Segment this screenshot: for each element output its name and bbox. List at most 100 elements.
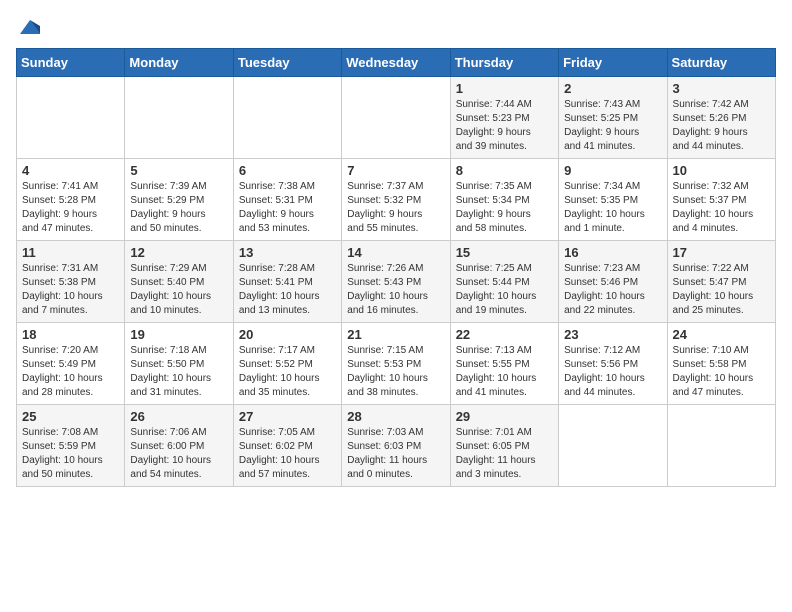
day-number: 9 xyxy=(564,163,661,178)
calendar-week-row: 4 Sunrise: 7:41 AM Sunset: 5:28 PM Daylig… xyxy=(17,159,776,241)
day-number: 5 xyxy=(130,163,227,178)
day-number: 27 xyxy=(239,409,336,424)
day-number: 3 xyxy=(673,81,770,96)
day-number: 22 xyxy=(456,327,553,342)
day-info: Sunrise: 7:13 AM Sunset: 5:55 PM Dayligh… xyxy=(456,344,553,400)
calendar-cell: 7 Sunrise: 7:37 AM Sunset: 5:32 PM Daylig… xyxy=(342,159,450,241)
calendar-cell: 4 Sunrise: 7:41 AM Sunset: 5:28 PM Daylig… xyxy=(17,159,125,241)
day-number: 13 xyxy=(239,245,336,260)
day-number: 21 xyxy=(347,327,444,342)
logo xyxy=(16,16,42,36)
day-number: 20 xyxy=(239,327,336,342)
day-info: Sunrise: 7:12 AM Sunset: 5:56 PM Dayligh… xyxy=(564,344,661,400)
header xyxy=(16,16,776,36)
day-number: 19 xyxy=(130,327,227,342)
day-info: Sunrise: 7:42 AM Sunset: 5:26 PM Dayligh… xyxy=(673,98,770,154)
day-number: 11 xyxy=(22,245,119,260)
day-info: Sunrise: 7:03 AM Sunset: 6:03 PM Dayligh… xyxy=(347,426,444,482)
day-info: Sunrise: 7:39 AM Sunset: 5:29 PM Dayligh… xyxy=(130,180,227,236)
calendar-cell: 3 Sunrise: 7:42 AM Sunset: 5:26 PM Daylig… xyxy=(667,77,775,159)
calendar-cell xyxy=(559,405,667,487)
day-number: 1 xyxy=(456,81,553,96)
day-number: 15 xyxy=(456,245,553,260)
calendar-cell: 16 Sunrise: 7:23 AM Sunset: 5:46 PM Dayli… xyxy=(559,241,667,323)
day-info: Sunrise: 7:08 AM Sunset: 5:59 PM Dayligh… xyxy=(22,426,119,482)
calendar-cell: 10 Sunrise: 7:32 AM Sunset: 5:37 PM Dayli… xyxy=(667,159,775,241)
calendar-cell: 28 Sunrise: 7:03 AM Sunset: 6:03 PM Dayli… xyxy=(342,405,450,487)
day-info: Sunrise: 7:43 AM Sunset: 5:25 PM Dayligh… xyxy=(564,98,661,154)
calendar-cell xyxy=(125,77,233,159)
calendar-cell: 19 Sunrise: 7:18 AM Sunset: 5:50 PM Dayli… xyxy=(125,323,233,405)
day-info: Sunrise: 7:37 AM Sunset: 5:32 PM Dayligh… xyxy=(347,180,444,236)
day-number: 8 xyxy=(456,163,553,178)
calendar-cell: 15 Sunrise: 7:25 AM Sunset: 5:44 PM Dayli… xyxy=(450,241,558,323)
calendar-week-row: 18 Sunrise: 7:20 AM Sunset: 5:49 PM Dayli… xyxy=(17,323,776,405)
calendar-cell xyxy=(17,77,125,159)
day-info: Sunrise: 7:06 AM Sunset: 6:00 PM Dayligh… xyxy=(130,426,227,482)
calendar-cell: 2 Sunrise: 7:43 AM Sunset: 5:25 PM Daylig… xyxy=(559,77,667,159)
day-of-week-header: Saturday xyxy=(667,49,775,77)
calendar-cell: 21 Sunrise: 7:15 AM Sunset: 5:53 PM Dayli… xyxy=(342,323,450,405)
day-number: 2 xyxy=(564,81,661,96)
day-info: Sunrise: 7:41 AM Sunset: 5:28 PM Dayligh… xyxy=(22,180,119,236)
calendar-cell: 9 Sunrise: 7:34 AM Sunset: 5:35 PM Daylig… xyxy=(559,159,667,241)
calendar-cell: 14 Sunrise: 7:26 AM Sunset: 5:43 PM Dayli… xyxy=(342,241,450,323)
day-of-week-header: Friday xyxy=(559,49,667,77)
calendar-cell: 23 Sunrise: 7:12 AM Sunset: 5:56 PM Dayli… xyxy=(559,323,667,405)
day-number: 14 xyxy=(347,245,444,260)
day-info: Sunrise: 7:28 AM Sunset: 5:41 PM Dayligh… xyxy=(239,262,336,318)
day-info: Sunrise: 7:25 AM Sunset: 5:44 PM Dayligh… xyxy=(456,262,553,318)
calendar-cell: 5 Sunrise: 7:39 AM Sunset: 5:29 PM Daylig… xyxy=(125,159,233,241)
calendar-cell: 1Sunrise: 7:44 AM Sunset: 5:23 PM Daylig… xyxy=(450,77,558,159)
day-number: 26 xyxy=(130,409,227,424)
calendar-cell: 20 Sunrise: 7:17 AM Sunset: 5:52 PM Dayli… xyxy=(233,323,341,405)
day-info: Sunrise: 7:22 AM Sunset: 5:47 PM Dayligh… xyxy=(673,262,770,318)
day-info: Sunrise: 7:32 AM Sunset: 5:37 PM Dayligh… xyxy=(673,180,770,236)
day-info: Sunrise: 7:34 AM Sunset: 5:35 PM Dayligh… xyxy=(564,180,661,236)
day-number: 12 xyxy=(130,245,227,260)
day-number: 7 xyxy=(347,163,444,178)
calendar-cell: 13 Sunrise: 7:28 AM Sunset: 5:41 PM Dayli… xyxy=(233,241,341,323)
day-info: Sunrise: 7:38 AM Sunset: 5:31 PM Dayligh… xyxy=(239,180,336,236)
day-number: 18 xyxy=(22,327,119,342)
calendar-cell: 29 Sunrise: 7:01 AM Sunset: 6:05 PM Dayli… xyxy=(450,405,558,487)
day-number: 6 xyxy=(239,163,336,178)
day-number: 23 xyxy=(564,327,661,342)
calendar-cell: 25Sunrise: 7:08 AM Sunset: 5:59 PM Dayli… xyxy=(17,405,125,487)
day-info: Sunrise: 7:18 AM Sunset: 5:50 PM Dayligh… xyxy=(130,344,227,400)
calendar-cell: 26 Sunrise: 7:06 AM Sunset: 6:00 PM Dayli… xyxy=(125,405,233,487)
day-info: Sunrise: 7:31 AM Sunset: 5:38 PM Dayligh… xyxy=(22,262,119,318)
day-info: Sunrise: 7:10 AM Sunset: 5:58 PM Dayligh… xyxy=(673,344,770,400)
calendar-week-row: 25Sunrise: 7:08 AM Sunset: 5:59 PM Dayli… xyxy=(17,405,776,487)
day-info: Sunrise: 7:05 AM Sunset: 6:02 PM Dayligh… xyxy=(239,426,336,482)
calendar-cell: 11 Sunrise: 7:31 AM Sunset: 5:38 PM Dayli… xyxy=(17,241,125,323)
day-number: 16 xyxy=(564,245,661,260)
calendar-cell xyxy=(667,405,775,487)
day-number: 4 xyxy=(22,163,119,178)
day-of-week-header: Wednesday xyxy=(342,49,450,77)
logo-icon xyxy=(18,16,42,40)
calendar-week-row: 1Sunrise: 7:44 AM Sunset: 5:23 PM Daylig… xyxy=(17,77,776,159)
calendar-header-row: SundayMondayTuesdayWednesdayThursdayFrid… xyxy=(17,49,776,77)
calendar-table: SundayMondayTuesdayWednesdayThursdayFrid… xyxy=(16,48,776,487)
calendar-cell xyxy=(342,77,450,159)
calendar-cell: 12 Sunrise: 7:29 AM Sunset: 5:40 PM Dayli… xyxy=(125,241,233,323)
calendar-cell: 18 Sunrise: 7:20 AM Sunset: 5:49 PM Dayli… xyxy=(17,323,125,405)
calendar-cell: 22 Sunrise: 7:13 AM Sunset: 5:55 PM Dayli… xyxy=(450,323,558,405)
day-number: 28 xyxy=(347,409,444,424)
day-info: Sunrise: 7:26 AM Sunset: 5:43 PM Dayligh… xyxy=(347,262,444,318)
day-number: 29 xyxy=(456,409,553,424)
day-number: 10 xyxy=(673,163,770,178)
day-info: Sunrise: 7:01 AM Sunset: 6:05 PM Dayligh… xyxy=(456,426,553,482)
day-info: Sunrise: 7:15 AM Sunset: 5:53 PM Dayligh… xyxy=(347,344,444,400)
day-of-week-header: Thursday xyxy=(450,49,558,77)
day-info: Sunrise: 7:23 AM Sunset: 5:46 PM Dayligh… xyxy=(564,262,661,318)
day-info: Sunrise: 7:17 AM Sunset: 5:52 PM Dayligh… xyxy=(239,344,336,400)
day-of-week-header: Tuesday xyxy=(233,49,341,77)
calendar-cell: 6 Sunrise: 7:38 AM Sunset: 5:31 PM Daylig… xyxy=(233,159,341,241)
calendar-cell: 24Sunrise: 7:10 AM Sunset: 5:58 PM Dayli… xyxy=(667,323,775,405)
day-of-week-header: Sunday xyxy=(17,49,125,77)
calendar-cell: 27 Sunrise: 7:05 AM Sunset: 6:02 PM Dayli… xyxy=(233,405,341,487)
day-info: Sunrise: 7:20 AM Sunset: 5:49 PM Dayligh… xyxy=(22,344,119,400)
day-info: Sunrise: 7:29 AM Sunset: 5:40 PM Dayligh… xyxy=(130,262,227,318)
